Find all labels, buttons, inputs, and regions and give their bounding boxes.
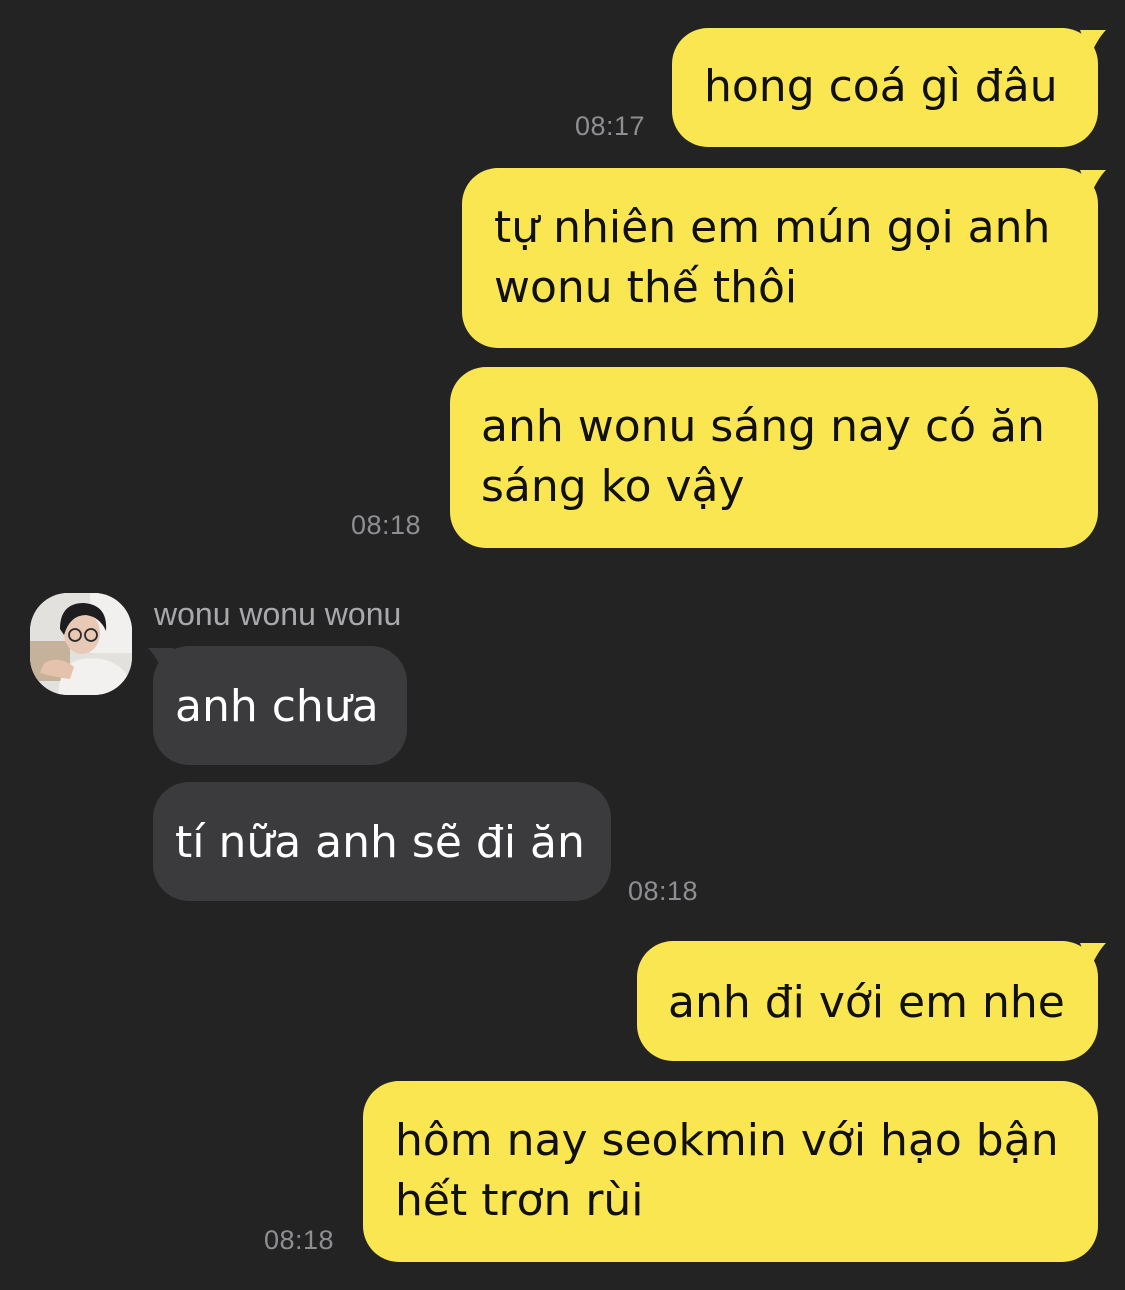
incoming-message-bubble[interactable]: tí nữa anh sẽ đi ăn (153, 782, 611, 901)
bubble-tail-icon (148, 648, 174, 674)
outgoing-message-bubble[interactable]: anh đi với em nhe (637, 941, 1098, 1061)
message-text: hong coá gì đâu (704, 61, 1058, 112)
message-text: tí nữa anh sẽ đi ăn (175, 817, 585, 868)
avatar-photo-icon (30, 593, 132, 695)
message-timestamp: 08:18 (351, 510, 422, 540)
message-timestamp: 08:18 (628, 876, 699, 906)
message-text: hôm nay seokmin với hạo bận (395, 1115, 1059, 1166)
message-text: wonu thế thôi (494, 262, 798, 313)
message-text: sáng ko vậy (481, 461, 745, 512)
message-timestamp: 08:17 (575, 111, 646, 141)
chat-view: 08:17 hong coá gì đâu tự nhiên em mún gọ… (0, 0, 1125, 1290)
outgoing-message-bubble[interactable]: hong coá gì đâu (672, 28, 1098, 147)
message-text: anh chưa (175, 681, 379, 732)
message-timestamp: 08:18 (264, 1225, 335, 1255)
outgoing-message-bubble[interactable]: tự nhiên em mún gọi anh wonu thế thôi (462, 168, 1098, 348)
outgoing-message-bubble[interactable]: hôm nay seokmin với hạo bận hết trơn rùi (363, 1081, 1098, 1262)
incoming-message-bubble[interactable]: anh chưa (153, 646, 407, 765)
sender-name: wonu wonu wonu (154, 596, 402, 632)
message-text: tự nhiên em mún gọi anh (494, 202, 1051, 253)
bubble-tail-icon (1080, 30, 1106, 56)
contact-avatar[interactable] (30, 593, 132, 695)
message-text: anh đi với em nhe (668, 977, 1065, 1028)
outgoing-message-bubble[interactable]: anh wonu sáng nay có ăn sáng ko vậy (450, 367, 1098, 548)
message-text: anh wonu sáng nay có ăn (481, 401, 1045, 452)
bubble-tail-icon (1080, 170, 1106, 196)
message-text: hết trơn rùi (395, 1175, 644, 1226)
bubble-tail-icon (1080, 943, 1106, 969)
